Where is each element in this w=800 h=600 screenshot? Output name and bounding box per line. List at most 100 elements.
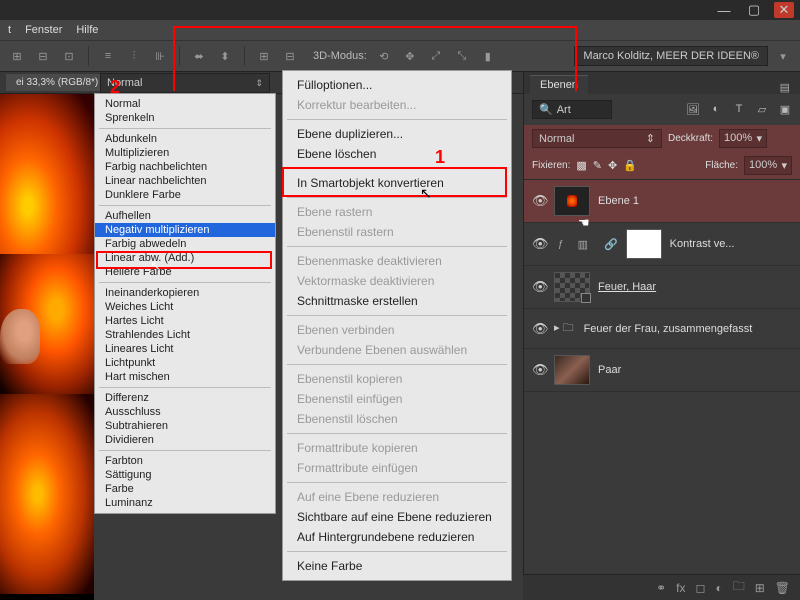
visibility-toggle[interactable]: 👁 (532, 236, 546, 252)
lock-position-icon[interactable]: ✥ (608, 159, 617, 172)
blend-mode-option[interactable]: Multiplizieren (95, 146, 275, 160)
context-menu-item[interactable]: Sichtbare auf eine Ebene reduzieren (283, 507, 511, 527)
context-menu-item[interactable]: Keine Farbe (283, 556, 511, 576)
close-button[interactable]: ✕ (774, 2, 794, 18)
context-menu-item[interactable]: In Smartobjekt konvertieren (283, 173, 511, 193)
blend-mode-dropdown[interactable]: Normal ⇕ (100, 73, 270, 93)
filter-adjust-icon[interactable]: ◐ (709, 103, 723, 116)
layer-thumbnail[interactable] (554, 186, 590, 216)
3d-scale-icon[interactable]: ⤡ (453, 47, 471, 65)
blend-mode-option[interactable]: Farbig nachbelichten (95, 160, 275, 174)
canvas[interactable] (0, 94, 94, 600)
context-menu-item[interactable]: Schnittmaske erstellen (283, 291, 511, 311)
blend-mode-option[interactable]: Dividieren (95, 433, 275, 447)
layer-row[interactable]: 👁ƒ▥🔗Kontrast ve... (524, 223, 800, 266)
visibility-toggle[interactable]: 👁 (532, 279, 546, 295)
layer-name[interactable]: Feuer der Frau, zusammengefasst (584, 323, 753, 335)
layer-name[interactable]: Feuer, Haar (598, 281, 656, 293)
layer-row[interactable]: 👁 Paar (524, 349, 800, 392)
blend-mode-option[interactable]: Strahlendes Licht (95, 328, 275, 342)
context-menu-item[interactable]: Auf Hintergrundebene reduzieren (283, 527, 511, 547)
delete-layer-icon[interactable]: 🗑 (775, 581, 790, 595)
3d-orbit-icon[interactable]: ⟲ (375, 47, 393, 65)
blend-mode-option[interactable]: Farbe (95, 482, 275, 496)
blend-mode-option[interactable]: Sprenkeln (95, 111, 275, 125)
visibility-toggle[interactable]: 👁 (532, 362, 546, 378)
blend-mode-option[interactable]: Abdunkeln (95, 132, 275, 146)
panel-menu-icon[interactable]: ▤ (776, 81, 794, 94)
visibility-toggle[interactable]: 👁 (532, 321, 546, 337)
3d-icon[interactable]: ⬍ (216, 47, 234, 65)
context-menu-item[interactable]: Fülloptionen... (283, 75, 511, 95)
chevron-down-icon[interactable]: ▾ (774, 47, 792, 65)
blend-mode-option[interactable]: Weiches Licht (95, 300, 275, 314)
blend-mode-option[interactable]: Differenz (95, 391, 275, 405)
layer-thumbnail[interactable] (554, 272, 590, 302)
filter-shape-icon[interactable]: ▱ (755, 103, 769, 116)
link-layers-icon[interactable]: ⚭ (656, 581, 666, 595)
maximize-button[interactable]: ▢ (744, 2, 764, 18)
align-icon[interactable]: ⊞ (8, 47, 26, 65)
minimize-button[interactable]: — (714, 2, 734, 18)
group-icon[interactable]: 🗀 (733, 577, 745, 598)
layer-name[interactable]: Kontrast ve... (670, 238, 735, 250)
blend-mode-option[interactable]: Negativ multiplizieren (95, 223, 275, 237)
blend-mode-option[interactable]: Aufhellen (95, 209, 275, 223)
3d-icon[interactable]: ⊞ (255, 47, 273, 65)
lock-transparency-icon[interactable]: ▩ (576, 159, 586, 172)
context-menu-item[interactable]: Ebene löschen (283, 144, 511, 164)
layer-row[interactable]: 👁 Feuer, Haar (524, 266, 800, 309)
3d-icon[interactable]: ⬌ (190, 47, 208, 65)
layer-thumbnail[interactable] (626, 229, 662, 259)
blend-mode-option[interactable]: Farbig abwedeln (95, 237, 275, 251)
blend-mode-option[interactable]: Ineinanderkopieren (95, 286, 275, 300)
layer-style-icon[interactable]: fx (676, 581, 685, 595)
3d-camera-icon[interactable]: ▮ (479, 47, 497, 65)
context-menu-item[interactable]: Ebene duplizieren... (283, 124, 511, 144)
blend-mode-option[interactable]: Linear nachbelichten (95, 174, 275, 188)
fill-input[interactable]: 100%▾ (744, 156, 792, 175)
blend-mode-option[interactable]: Subtrahieren (95, 419, 275, 433)
visibility-toggle[interactable]: 👁 (532, 193, 546, 209)
align-icon[interactable]: ⊟ (34, 47, 52, 65)
document-tab[interactable]: ei 33,3% (RGB/8*) (6, 74, 108, 91)
menu-item-fenster[interactable]: Fenster (25, 24, 62, 36)
3d-slide-icon[interactable]: ⤢ (427, 47, 445, 65)
new-layer-icon[interactable]: ⊞ (755, 581, 765, 595)
lock-all-icon[interactable]: 🔒 (623, 159, 637, 172)
panel-tab-layers[interactable]: Ebenen (530, 75, 588, 94)
layer-row[interactable]: 👁 Ebene 1 (524, 180, 800, 223)
blend-mode-option[interactable]: Hartes Licht (95, 314, 275, 328)
layer-name[interactable]: Ebene 1 (598, 195, 639, 207)
adjustment-layer-icon[interactable]: ◐ (715, 581, 722, 595)
align-icon[interactable]: ⊡ (60, 47, 78, 65)
3d-icon[interactable]: ⊟ (281, 47, 299, 65)
layer-filter-dropdown[interactable]: 🔍 Art (532, 100, 612, 119)
blend-mode-option[interactable]: Dunklere Farbe (95, 188, 275, 202)
3d-pan-icon[interactable]: ✥ (401, 47, 419, 65)
blend-mode-option[interactable]: Sättigung (95, 468, 275, 482)
layer-row[interactable]: 👁 ▸ 🗀 Feuer der Frau, zusammengefasst (524, 309, 800, 349)
blend-mode-option[interactable]: Linear abw. (Add.) (95, 251, 275, 265)
menu-item-hilfe[interactable]: Hilfe (76, 24, 98, 36)
blend-mode-option[interactable]: Hart mischen (95, 370, 275, 384)
blend-mode-option[interactable]: Luminanz (95, 496, 275, 510)
blend-mode-option[interactable]: Lineares Licht (95, 342, 275, 356)
lock-pixels-icon[interactable]: ✎ (593, 159, 602, 172)
blend-mode-option[interactable]: Lichtpunkt (95, 356, 275, 370)
menu-item[interactable]: t (8, 24, 11, 36)
opacity-input[interactable]: 100%▾ (719, 129, 767, 148)
layer-name[interactable]: Paar (598, 364, 621, 376)
panel-blend-dropdown[interactable]: Normal ⇕ (532, 129, 662, 148)
layer-mask-icon[interactable]: ◻ (695, 581, 705, 595)
distribute-icon[interactable]: ⫶ (125, 47, 143, 65)
folder-icon[interactable]: ▸ 🗀 (554, 319, 574, 338)
filter-smart-icon[interactable]: ▣ (778, 103, 792, 116)
layer-thumbnail[interactable] (554, 355, 590, 385)
filter-type-icon[interactable]: T (732, 103, 746, 116)
blend-mode-option[interactable]: Farbton (95, 454, 275, 468)
distribute-icon[interactable]: ≡ (99, 47, 117, 65)
blend-mode-option[interactable]: Normal (95, 97, 275, 111)
user-box[interactable]: Marco Kolditz, MEER DER IDEEN® (574, 46, 768, 66)
blend-mode-option[interactable]: Ausschluss (95, 405, 275, 419)
